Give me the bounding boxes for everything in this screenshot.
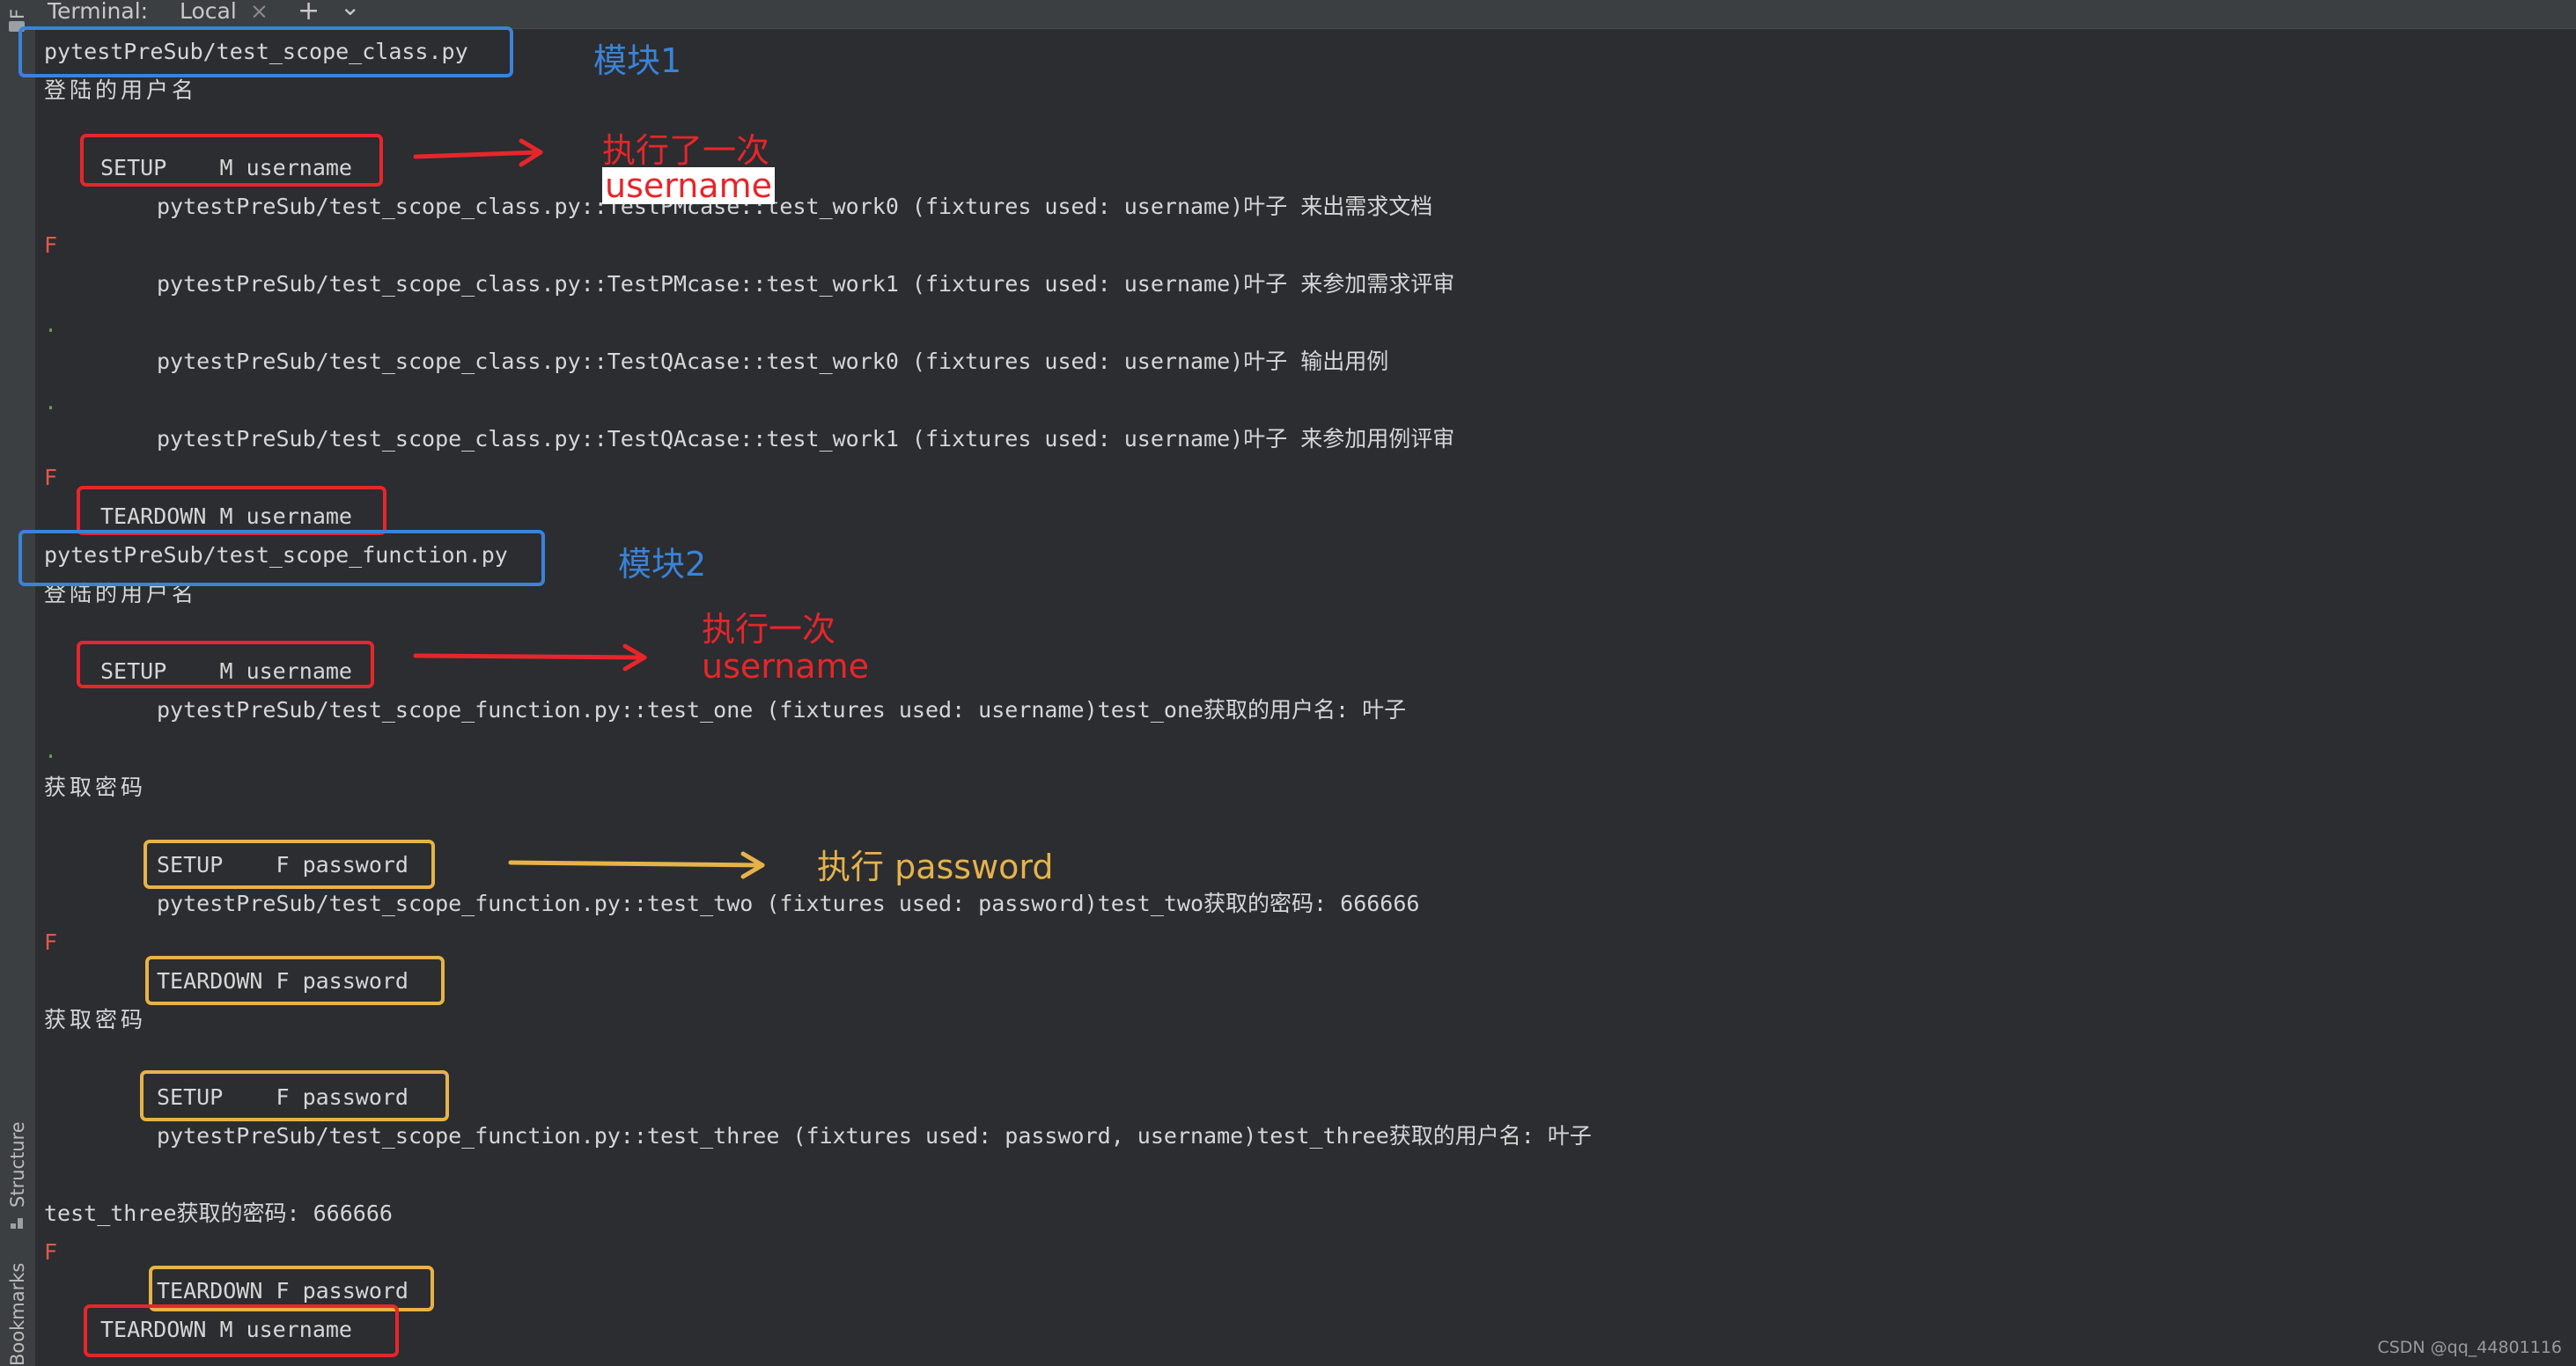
- module2-highlight-box: [18, 530, 545, 586]
- test-qa-work1-line: pytestPreSub/test_scope_class.py::TestQA…: [157, 426, 1455, 452]
- terminal-tab-bar: Terminal: Local × + ⌄: [35, 0, 2576, 29]
- executed-once-annotation: 执行了一次: [602, 131, 770, 170]
- test-one-line: pytestPreSub/test_scope_function.py::tes…: [157, 697, 1407, 723]
- fail-marker: F: [44, 929, 58, 955]
- username-annotation: username: [702, 647, 869, 686]
- setup-highlight-box: [77, 641, 374, 688]
- teardown-password-highlight-box: [145, 956, 445, 1005]
- test-pm-work0-line: pytestPreSub/test_scope_class.py::TestPM…: [157, 194, 1433, 219]
- executed-once-annotation: 执行一次: [702, 610, 836, 649]
- login-user-line: 登陆的用户名: [44, 77, 198, 103]
- pass-marker: .: [44, 312, 58, 337]
- module1-annotation: 模块1: [593, 41, 682, 80]
- structure-icon: [10, 1216, 24, 1230]
- test-qa-work0-line: pytestPreSub/test_scope_class.py::TestQA…: [157, 349, 1389, 374]
- terminal-title: Terminal:: [48, 0, 149, 24]
- close-tab-icon[interactable]: ×: [250, 0, 269, 26]
- watermark: CSDN @qq_44801116: [2377, 1338, 2562, 1357]
- test-three-password-line: test_three获取的密码: 666666: [44, 1201, 393, 1226]
- teardown-highlight-box: [84, 1304, 399, 1357]
- test-three-line: pytestPreSub/test_scope_function.py::tes…: [157, 1123, 1592, 1149]
- pass-marker: .: [44, 738, 58, 763]
- project-tab-label[interactable]: F: [7, 9, 28, 19]
- setup-highlight-box: [80, 134, 383, 187]
- structure-tab[interactable]: Structure: [7, 1121, 28, 1208]
- bookmarks-tab[interactable]: Bookmarks: [7, 1263, 28, 1366]
- setup-password-highlight-box: [144, 840, 435, 889]
- get-password-line: 获取密码: [44, 775, 147, 800]
- add-tab-icon[interactable]: +: [298, 0, 320, 26]
- fail-marker: F: [44, 1239, 58, 1265]
- left-tool-strip: F Structure Bookmarks: [0, 0, 36, 1366]
- chevron-down-icon[interactable]: ⌄: [340, 0, 360, 21]
- module2-annotation: 模块2: [618, 545, 707, 584]
- module1-highlight-box: [18, 26, 513, 77]
- local-tab[interactable]: Local: [180, 0, 237, 26]
- setup-password-highlight-box: [140, 1070, 449, 1121]
- teardown-highlight-box: [77, 486, 386, 535]
- execute-password-annotation: 执行 password: [817, 848, 1054, 886]
- fail-marker: F: [44, 232, 58, 258]
- test-pm-work1-line: pytestPreSub/test_scope_class.py::TestPM…: [157, 271, 1455, 297]
- get-password-line: 获取密码: [44, 1007, 147, 1032]
- pass-marker: .: [44, 389, 58, 415]
- username-annotation: username: [602, 167, 775, 204]
- fail-marker: F: [44, 465, 58, 490]
- test-two-line: pytestPreSub/test_scope_function.py::tes…: [157, 891, 1420, 916]
